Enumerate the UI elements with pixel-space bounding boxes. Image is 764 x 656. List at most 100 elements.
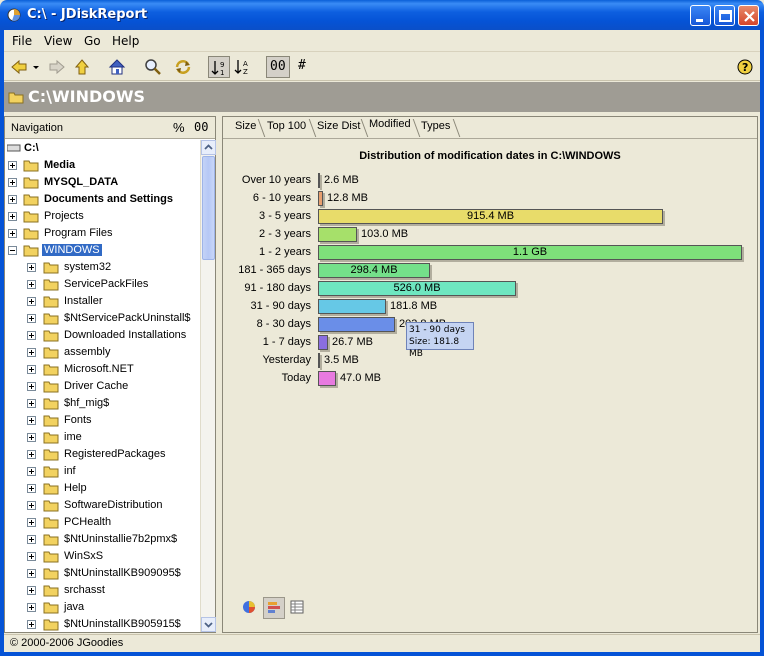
bar[interactable] (318, 299, 386, 314)
tree-item[interactable]: Documents and Settings (5, 191, 199, 208)
expand-toggle[interactable] (27, 297, 36, 306)
expand-toggle[interactable] (27, 603, 36, 612)
tree-item[interactable]: $NtUninstallKB909095$ (5, 565, 199, 582)
expand-toggle[interactable] (27, 399, 36, 408)
sort-by-size-button[interactable]: 91 (208, 56, 230, 78)
tab-types[interactable]: Types (421, 120, 450, 132)
menu-file[interactable]: File (12, 34, 32, 48)
tree-item[interactable]: $NtServicePackUninstall$ (5, 310, 199, 327)
search-button[interactable] (142, 56, 164, 78)
tree-root[interactable]: C:\ (5, 140, 199, 157)
tree-item[interactable]: Program Files (5, 225, 199, 242)
nav-scrollbar[interactable] (200, 140, 216, 632)
home-button[interactable] (106, 56, 128, 78)
scroll-up-button[interactable] (201, 140, 216, 155)
minimize-button[interactable] (690, 5, 711, 26)
expand-toggle[interactable] (27, 484, 36, 493)
tree-item[interactable]: Projects (5, 208, 199, 225)
tab-top-100[interactable]: Top 100 (267, 120, 306, 132)
menu-view[interactable]: View (44, 34, 72, 48)
tree-item[interactable]: Fonts (5, 412, 199, 429)
expand-toggle[interactable] (27, 467, 36, 476)
tree-item[interactable]: srchasst (5, 582, 199, 599)
tree-item[interactable]: Installer (5, 293, 199, 310)
expand-toggle[interactable] (8, 178, 17, 187)
expand-toggle[interactable] (27, 535, 36, 544)
scroll-down-button[interactable] (201, 617, 216, 632)
tree-item[interactable]: Driver Cache (5, 378, 199, 395)
tree-item[interactable]: RegisteredPackages (5, 446, 199, 463)
bar[interactable] (318, 227, 357, 242)
back-history-dropdown[interactable] (30, 56, 42, 78)
expand-toggle[interactable] (8, 195, 17, 204)
expand-toggle[interactable] (27, 518, 36, 527)
tree-item-label: Help (64, 482, 87, 494)
bar[interactable] (318, 191, 323, 206)
expand-toggle[interactable] (8, 212, 17, 221)
show-count-button[interactable]: # (294, 56, 316, 78)
tree-item[interactable]: Downloaded Installations (5, 327, 199, 344)
collapse-toggle[interactable] (8, 246, 17, 255)
expand-toggle[interactable] (27, 552, 36, 561)
tree-item[interactable]: $NtUninstallKB905915$ (5, 616, 199, 632)
bar[interactable] (318, 173, 320, 188)
tree-item[interactable]: system32 (5, 259, 199, 276)
show-size-button[interactable]: 00 (266, 56, 290, 78)
category-label: 1 - 7 days (262, 336, 311, 348)
percent-toggle[interactable]: % (173, 120, 185, 135)
expand-toggle[interactable] (27, 314, 36, 323)
tree-item[interactable]: WinSxS (5, 548, 199, 565)
bar[interactable] (318, 353, 320, 368)
tree-item[interactable]: java (5, 599, 199, 616)
expand-toggle[interactable] (27, 569, 36, 578)
tree-item[interactable]: $hf_mig$ (5, 395, 199, 412)
scroll-thumb[interactable] (202, 156, 215, 260)
expand-toggle[interactable] (27, 263, 36, 272)
tree-item[interactable]: WINDOWS (5, 242, 199, 259)
expand-toggle[interactable] (27, 620, 36, 629)
expand-toggle[interactable] (27, 450, 36, 459)
tab-size-dist[interactable]: Size Dist (317, 120, 360, 132)
table-view-button[interactable] (287, 597, 309, 619)
svg-text:Z: Z (243, 68, 248, 76)
expand-toggle[interactable] (27, 348, 36, 357)
tab-modified[interactable]: Modified (369, 118, 411, 130)
pie-chart-view-button[interactable] (239, 597, 261, 619)
bar-chart-view-button[interactable] (263, 597, 285, 619)
up-button[interactable] (71, 56, 93, 78)
expand-toggle[interactable] (27, 365, 36, 374)
expand-toggle[interactable] (27, 416, 36, 425)
expand-toggle[interactable] (27, 331, 36, 340)
sort-by-name-button[interactable]: AZ (232, 56, 254, 78)
expand-toggle[interactable] (27, 501, 36, 510)
tree-item[interactable]: Media (5, 157, 199, 174)
bar[interactable] (318, 335, 328, 350)
size-toggle[interactable]: 00 (194, 120, 208, 134)
forward-button[interactable] (46, 56, 68, 78)
tree-item[interactable]: Microsoft.NET (5, 361, 199, 378)
expand-toggle[interactable] (27, 433, 36, 442)
bar[interactable] (318, 371, 336, 386)
maximize-button[interactable] (714, 5, 735, 26)
tree-item[interactable]: $NtUninstallie7b2pmx$ (5, 531, 199, 548)
tree-item[interactable]: Help (5, 480, 199, 497)
refresh-button[interactable] (172, 56, 194, 78)
menu-go[interactable]: Go (84, 34, 101, 48)
expand-toggle[interactable] (27, 280, 36, 289)
expand-toggle[interactable] (8, 161, 17, 170)
expand-toggle[interactable] (27, 586, 36, 595)
tree-item[interactable]: inf (5, 463, 199, 480)
tree-item[interactable]: ServicePackFiles (5, 276, 199, 293)
back-button[interactable] (8, 56, 30, 78)
bar[interactable] (318, 317, 395, 332)
tree-item[interactable]: assembly (5, 344, 199, 361)
expand-toggle[interactable] (8, 229, 17, 238)
expand-toggle[interactable] (27, 382, 36, 391)
menu-help[interactable]: Help (112, 34, 139, 48)
tree-item[interactable]: SoftwareDistribution (5, 497, 199, 514)
tree-item[interactable]: MYSQL_DATA (5, 174, 199, 191)
help-button[interactable]: ? (734, 56, 756, 78)
close-button[interactable] (738, 5, 759, 26)
tree-item[interactable]: ime (5, 429, 199, 446)
tree-item[interactable]: PCHealth (5, 514, 199, 531)
